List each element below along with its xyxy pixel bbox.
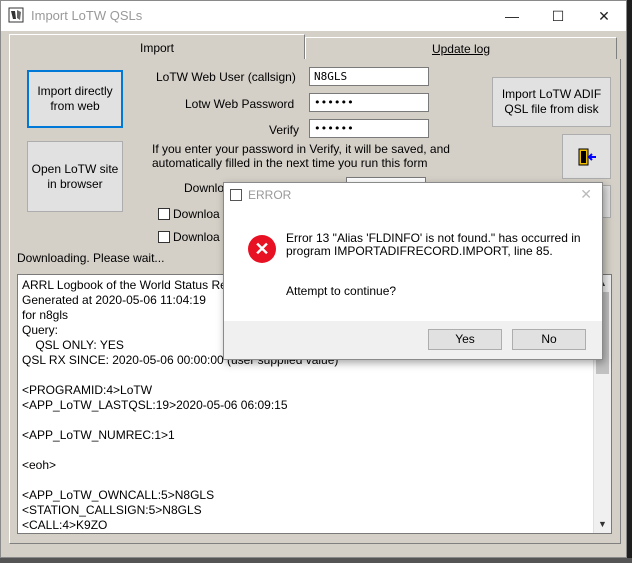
user-label: LoTW Web User (callsign) [156, 70, 296, 84]
dialog-window-icon [230, 189, 242, 201]
download-checkbox-2-label: Downloa [173, 230, 220, 244]
exit-door-icon [578, 148, 596, 165]
password-label: Lotw Web Password [185, 97, 295, 111]
dialog-close-icon[interactable]: ✕ [580, 186, 592, 203]
tab-strip: Import Update log [9, 34, 621, 60]
maximize-button[interactable]: ☐ [535, 1, 581, 31]
error-dialog: ERROR ✕ ✕ Error 13 "Alias 'FLDINFO' is n… [223, 182, 603, 360]
error-icon: ✕ [248, 235, 276, 263]
download-checkbox-1[interactable] [158, 208, 170, 220]
exit-button[interactable] [562, 134, 611, 179]
log-line: <APP_LoTW_OWNCALL:5>N8GLS [22, 488, 215, 502]
download-since-label: Downlo [184, 181, 225, 195]
import-adif-file-button[interactable]: Import LoTW ADIF QSL file from disk [492, 77, 611, 127]
no-button[interactable]: No [512, 329, 586, 350]
import-directly-from-web-button[interactable]: Import directly from web [27, 70, 123, 128]
log-line: <CALL:4>K9ZO [22, 518, 108, 532]
error-dialog-body: ✕ Error 13 "Alias 'FLDINFO' is not found… [224, 207, 602, 321]
close-button[interactable]: ✕ [581, 1, 627, 31]
tab-update-log-label: Update log [431, 42, 491, 56]
error-message: Error 13 "Alias 'FLDINFO' is not found."… [286, 231, 581, 258]
verify-input[interactable]: •••••• [309, 119, 429, 138]
error-dialog-titlebar: ERROR ✕ [224, 183, 602, 207]
log-line: <PROGRAMID:4>LoTW [22, 383, 153, 397]
error-dialog-title: ERROR [248, 188, 292, 202]
error-question: Attempt to continue? [286, 284, 397, 298]
verify-label: Verify [269, 123, 300, 137]
password-input[interactable]: •••••• [309, 93, 429, 112]
background-taskbar-strip [0, 558, 632, 563]
log-line: <APP_LoTW_LASTQSL:19>2020-05-06 06:09:15 [22, 398, 288, 412]
window-title: Import LoTW QSLs [31, 8, 143, 23]
tab-import-label: Import [139, 41, 174, 55]
app-icon [8, 7, 24, 23]
tab-import[interactable]: Import [9, 34, 305, 60]
download-checkbox-1-label: Downloa [173, 207, 220, 221]
minimize-button[interactable]: — [489, 1, 535, 31]
status-text: Downloading. Please wait... [17, 251, 165, 265]
password-hint: If you enter your password in Verify, it… [152, 142, 450, 170]
tab-update-log[interactable]: Update log [305, 37, 617, 60]
log-line: <eoh> [22, 458, 57, 472]
log-line: <STATION_CALLSIGN:5>N8GLS [22, 503, 202, 517]
user-callsign-input[interactable]: N8GLS [309, 67, 429, 86]
download-checkbox-2[interactable] [158, 231, 170, 243]
scroll-down-icon[interactable]: ▼ [594, 516, 611, 533]
yes-button[interactable]: Yes [428, 329, 502, 350]
open-lotw-site-button[interactable]: Open LoTW site in browser [27, 141, 123, 212]
log-line: <APP_LoTW_NUMREC:1>1 [22, 428, 175, 442]
background-app-edge [627, 0, 632, 558]
title-bar: Import LoTW QSLs — ☐ ✕ [1, 1, 626, 31]
